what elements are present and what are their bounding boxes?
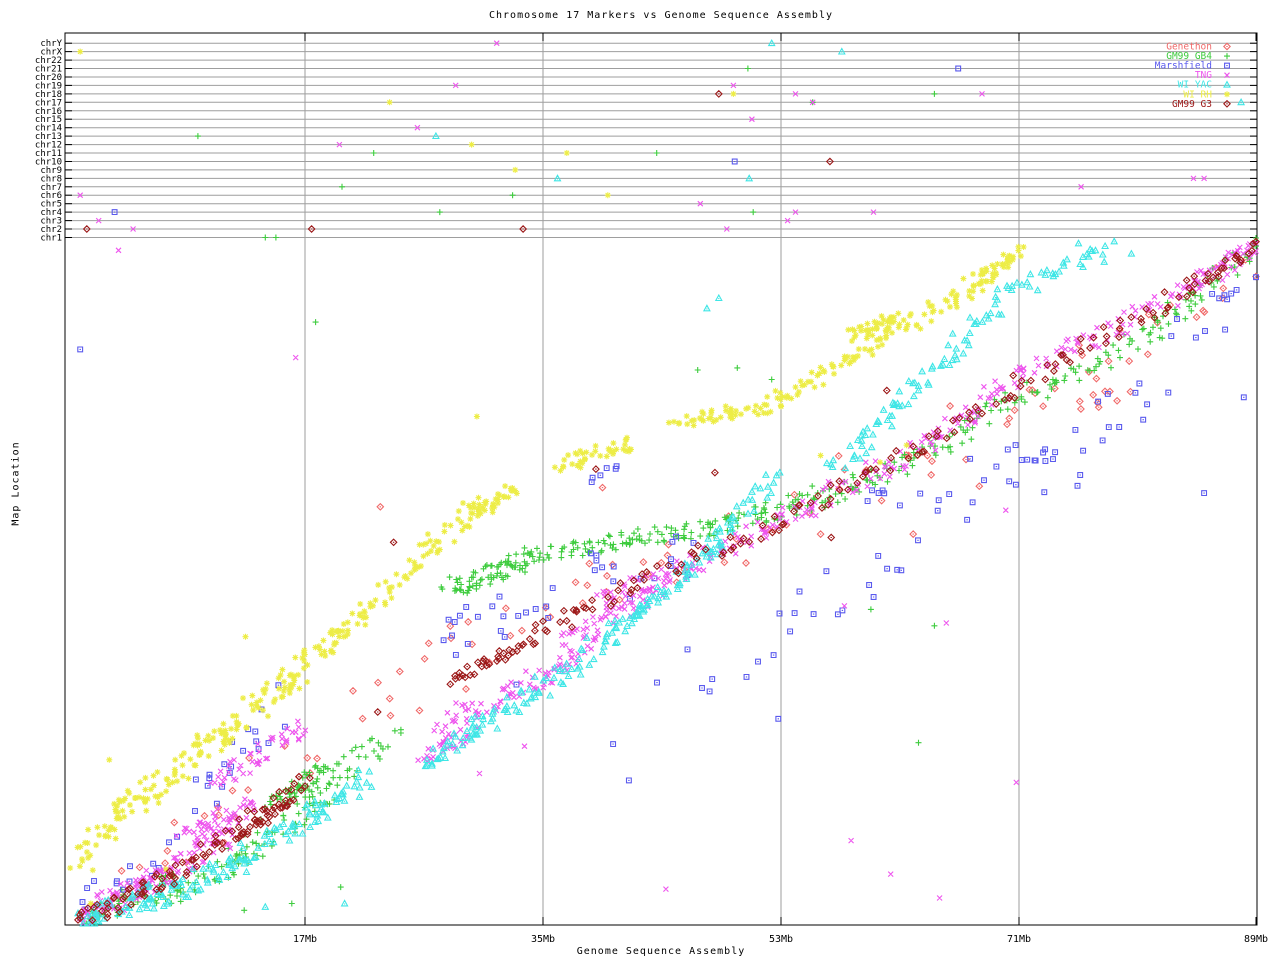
series-points-gm99-g3: [74, 89, 1260, 925]
chart-title: Chromosome 17 Markers vs Genome Sequence…: [488, 10, 833, 21]
series-points-gm99-gb4: [79, 65, 1259, 927]
legend-label: GM99 G3: [1172, 99, 1212, 110]
axes: [64, 32, 1258, 926]
gridlines: [65, 33, 1257, 925]
chart-canvas: Chromosome 17 Markers vs Genome Sequence…: [0, 0, 1280, 960]
series-points-tng: [77, 40, 1259, 927]
legend-marker-star-icon: [1224, 91, 1230, 98]
x-tick-label: 89Mb: [1244, 934, 1268, 945]
x-tick-label: 53Mb: [769, 934, 793, 945]
legend-marker-plus-icon: [1224, 53, 1230, 60]
plot-svg: 17Mb 35Mb 53Mb 71Mb 89MbchrYchrXchr22chr21ch…: [35, 32, 1268, 945]
x-axis-label: Genome Sequence Assembly: [576, 946, 746, 957]
series-points-marshfield: [77, 65, 1259, 913]
x-tick-label: 71Mb: [1007, 934, 1031, 945]
legend-marker-open-diamond-icon: [1223, 42, 1231, 51]
chromosome-row-label: chr1: [40, 234, 62, 244]
legend-marker-open-triangle-icon: [1223, 80, 1231, 88]
legend-marker-open-square-icon: [1224, 62, 1230, 69]
x-tick-label: 17Mb: [293, 934, 317, 945]
series-points-wi-yac: [74, 38, 1246, 927]
plot-border: [64, 32, 1258, 926]
y-axis-label: Map Location: [10, 441, 22, 526]
legend-marker-open-diamond-icon: [1223, 99, 1231, 108]
x-tick-label: 35Mb: [531, 934, 555, 945]
